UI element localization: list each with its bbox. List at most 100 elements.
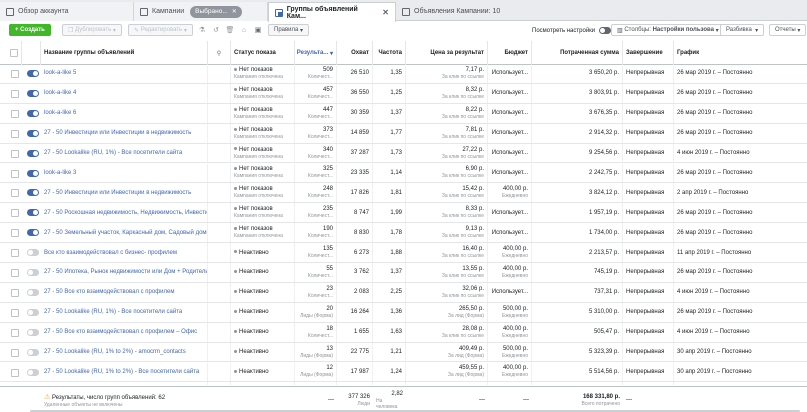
adset-toggle[interactable] <box>27 89 39 97</box>
table-row[interactable]: 27 - 50 Все кто взаимодействовал с профи… <box>0 322 807 343</box>
table-row[interactable]: 27 - 50 Lookalike (RU, 1%) - Все посетит… <box>0 302 807 323</box>
column-header-budget[interactable]: Бюджет <box>488 41 532 65</box>
columns-dropdown[interactable]: ▥ Столбцы: Настройки пользова ▾ <box>611 24 725 36</box>
column-header-cost-per-result[interactable]: Цена за результат <box>406 41 488 65</box>
adset-name-link[interactable]: look-a-like 6 <box>44 110 204 116</box>
tag-icon[interactable]: ⌂ <box>238 24 250 36</box>
table-row[interactable]: 27 - 50 Lookalike (RU, 1% to 2%) - Все п… <box>0 362 807 383</box>
adset-name-link[interactable]: 27 - 50 Земельный участок, Каркасный дом… <box>44 230 207 236</box>
adset-toggle[interactable] <box>27 288 39 296</box>
adset-toggle[interactable] <box>27 129 39 137</box>
adset-toggle[interactable] <box>27 189 39 197</box>
adset-toggle[interactable] <box>27 209 39 217</box>
table-row[interactable]: look-a-like 6 Нет показов Кампания отключе… <box>0 103 807 124</box>
adset-name-link[interactable]: 27 - 50 Ипотека, Рынок недвижимости или … <box>44 269 207 275</box>
adset-toggle[interactable] <box>27 249 39 257</box>
row-checkbox[interactable] <box>11 129 19 138</box>
create-button[interactable]: + Создать <box>9 24 51 36</box>
table-row[interactable]: look-a-like 4 Нет показов Кампания отключе… <box>0 83 807 104</box>
test-icon[interactable]: ⚗ <box>196 24 208 36</box>
table-row[interactable]: look-a-like 5 Нет показов Кампания отключе… <box>0 66 807 84</box>
table-row[interactable]: 27 - 50 Все кто взаимодействовал с профи… <box>0 282 807 303</box>
adset-toggle[interactable] <box>27 348 39 356</box>
row-checkbox[interactable] <box>11 89 19 98</box>
tab-ads[interactable]: Объявления Кампании: 10 <box>396 2 526 21</box>
adset-name-link[interactable]: Все кто взаимодействовал с бизнес- профи… <box>44 250 204 256</box>
column-header-spent[interactable]: Потраченная сумма <box>532 41 623 65</box>
table-row[interactable]: 27 - 50 Ипотека, Рынок недвижимости или … <box>0 263 807 283</box>
row-checkbox[interactable] <box>11 70 19 78</box>
undo-icon[interactable]: ↺ <box>210 24 222 36</box>
adset-name-link[interactable]: 27 - 50 Lookalike (RU, 1%) - Все посетит… <box>44 309 204 315</box>
trash-icon[interactable]: 🗑 <box>224 24 236 36</box>
table-row[interactable]: Все кто взаимодействовал с бизнес- профи… <box>0 243 807 263</box>
table-row[interactable]: 27 - 50 Частная собственность, Собственн… <box>0 382 807 385</box>
tab-account-overview[interactable]: Обзор аккаунта <box>0 2 134 21</box>
row-checkbox[interactable] <box>11 189 19 198</box>
adset-name-link[interactable]: 27 - 50 Инвестиции или Инвестиции в недв… <box>44 130 204 136</box>
row-checkbox[interactable] <box>11 348 19 357</box>
breakdown-dropdown[interactable]: Разбивка ▾ <box>720 24 765 36</box>
adset-name-link[interactable]: 27 - 50 Lookalike (RU, 1%) - Все посетит… <box>44 150 204 156</box>
adset-toggle[interactable] <box>27 169 39 177</box>
close-icon[interactable]: ✕ <box>382 8 389 17</box>
column-header-reach[interactable]: Охват <box>337 41 373 65</box>
adset-name-link[interactable]: 27 - 50 Lookalike (RU, 1% to 2%) - amocr… <box>44 349 204 355</box>
adset-toggle[interactable] <box>27 328 39 336</box>
column-header-results[interactable]: Результа... ▾ <box>295 41 337 65</box>
table-row[interactable]: 27 - 50 Lookalike (RU, 1% to 2%) - amocr… <box>0 342 807 363</box>
rules-button[interactable]: Правила ▾ <box>268 24 310 36</box>
table-row[interactable]: 27 - 50 Инвестиции или Инвестиции в недв… <box>0 183 807 204</box>
adset-name-link[interactable]: look-a-like 5 <box>44 70 204 76</box>
adset-toggle[interactable] <box>27 269 39 276</box>
folder-icon <box>140 7 148 16</box>
adset-name-link[interactable]: 27 - 50 Все кто взаимодействовал с профи… <box>44 289 204 295</box>
adset-toggle[interactable] <box>27 70 39 77</box>
row-checkbox[interactable] <box>11 269 19 277</box>
toggle-switch[interactable] <box>599 27 612 34</box>
adset-toggle[interactable] <box>27 368 39 376</box>
table-row[interactable]: look-a-like 3 Нет показов Кампания отключе… <box>0 163 807 184</box>
tab-adsets[interactable]: Группы объявлений Кам... ✕ <box>268 2 396 22</box>
column-header-name[interactable]: Название группы объявлений <box>41 41 208 65</box>
tab-campaigns[interactable]: Кампании Выбрано... ✕ <box>134 2 268 21</box>
row-checkbox[interactable] <box>11 308 19 317</box>
table-row[interactable]: 27 - 50 Инвестиции или Инвестиции в недв… <box>0 123 807 144</box>
edit-button[interactable]: ✎ Редактировать ▾ <box>128 24 193 36</box>
adset-toggle[interactable] <box>27 109 39 117</box>
adset-name-link[interactable]: look-a-like 4 <box>44 90 204 96</box>
adset-name-link[interactable]: 27 - 50 Инвестиции или Инвестиции в недв… <box>44 190 204 196</box>
adset-toggle[interactable] <box>27 229 39 237</box>
column-header-status[interactable]: Статус показа <box>231 41 295 65</box>
select-all-checkbox[interactable] <box>10 49 18 57</box>
table-row[interactable]: 27 - 50 Lookalike (RU, 1%) - Все посетит… <box>0 143 807 164</box>
selected-filter-chip[interactable]: Выбрано... ✕ <box>190 5 242 18</box>
adset-toggle[interactable] <box>27 149 39 157</box>
duplicate-button[interactable]: ❐ Дублировать ▾ <box>62 24 122 36</box>
view-settings-toggle[interactable]: Посмотреть настройки <box>532 27 612 34</box>
column-header-frequency[interactable]: Частота <box>373 41 406 65</box>
adset-name-link[interactable]: 27 - 50 Все кто взаимодействовал с профи… <box>44 329 204 335</box>
row-checkbox[interactable] <box>11 109 19 118</box>
table-row[interactable]: 27 - 50 Земельный участок, Каркасный дом… <box>0 223 807 244</box>
table-row[interactable]: 27 - 50 Роскошная недвижимость, Недвижим… <box>0 203 807 224</box>
column-header-end[interactable]: Завершение <box>623 41 674 65</box>
row-checkbox[interactable] <box>11 368 19 377</box>
row-checkbox[interactable] <box>11 209 19 218</box>
row-checkbox[interactable] <box>11 249 19 258</box>
close-icon[interactable]: ✕ <box>232 8 237 15</box>
column-header-actions[interactable]: ⚲ <box>208 41 231 65</box>
row-checkbox[interactable] <box>11 328 19 337</box>
adset-toggle[interactable] <box>27 308 39 316</box>
row-checkbox[interactable] <box>11 149 19 158</box>
row-checkbox[interactable] <box>11 169 19 178</box>
label-icon[interactable]: ▣ <box>252 24 264 36</box>
adset-name-link[interactable]: look-a-like 3 <box>44 170 204 176</box>
row-checkbox[interactable] <box>11 229 19 238</box>
reports-dropdown[interactable]: Отчеты ▾ <box>769 24 807 36</box>
row-actions-cell <box>208 302 231 322</box>
adset-name-link[interactable]: 27 - 50 Lookalike (RU, 1% to 2%) - Все п… <box>44 369 204 375</box>
row-checkbox[interactable] <box>11 288 19 297</box>
column-header-schedule[interactable]: График <box>674 41 807 65</box>
adset-name-link[interactable]: 27 - 50 Роскошная недвижимость, Недвижим… <box>44 210 207 216</box>
